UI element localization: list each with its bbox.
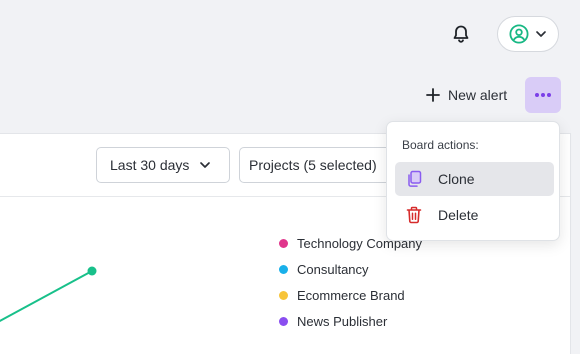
legend-item[interactable]: Consultancy [279,256,422,282]
legend-swatch [279,290,288,300]
user-menu-button[interactable] [497,16,559,52]
copy-icon [405,170,423,188]
legend-item[interactable]: Ecommerce Brand [279,282,422,308]
bell-icon [453,25,469,43]
user-circle-icon [509,24,529,44]
notifications-bell-icon[interactable] [449,22,473,46]
series-line [0,270,93,323]
legend-label: Consultancy [297,261,369,277]
plus-icon [426,88,440,102]
trash-icon [405,206,423,224]
new-alert-button[interactable]: New alert [426,82,507,108]
clone-label: Clone [438,171,475,187]
legend-item[interactable]: News Publisher [279,308,422,334]
more-horizontal-icon [535,93,551,97]
legend-swatch [279,316,288,326]
chevron-down-icon [536,31,546,37]
legend-swatch [279,264,288,274]
legend-swatch [279,238,288,248]
board-actions-menu: Board actions: Clone Delete [386,121,560,241]
legend-label: News Publisher [297,313,388,329]
delete-menu-item[interactable]: Delete [395,198,554,232]
more-actions-button[interactable] [525,77,561,113]
delete-label: Delete [438,207,479,223]
data-point [87,266,97,276]
chart-legend: Technology Company Consultancy Ecommerce… [279,230,422,334]
board-actions-title: Board actions: [402,138,479,152]
clone-menu-item[interactable]: Clone [395,162,554,196]
legend-label: Ecommerce Brand [297,287,405,303]
new-alert-label: New alert [448,87,508,103]
